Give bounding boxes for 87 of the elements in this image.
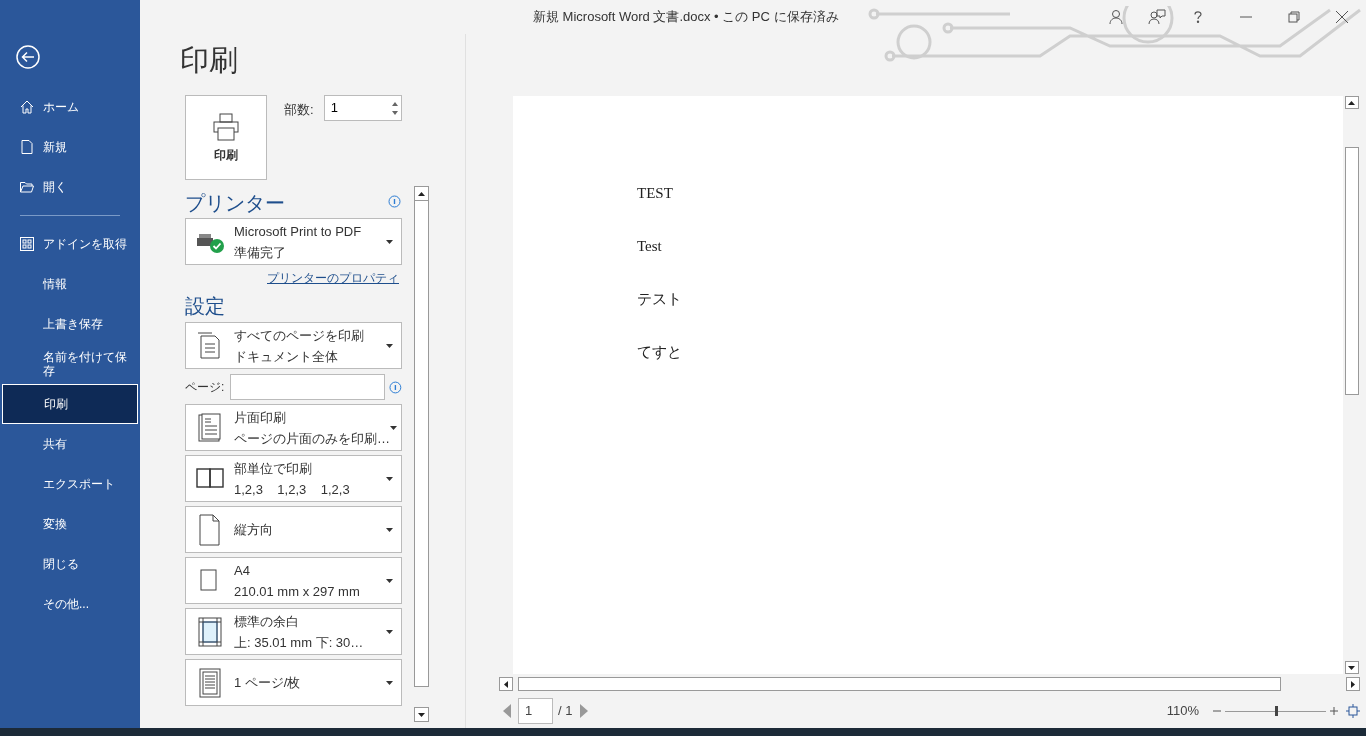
caret-icon bbox=[386, 527, 393, 532]
pages-icon bbox=[197, 329, 223, 362]
setting-dropdown[interactable]: A4 210.01 mm x 297 mm bbox=[185, 557, 402, 604]
zoom-in-icon[interactable] bbox=[1330, 707, 1338, 715]
copies-spinner[interactable]: 1 bbox=[323, 95, 402, 121]
sidebar-item[interactable]: 上書き保存 bbox=[2, 304, 138, 344]
window-title: 新規 Microsoft Word 文書.docx • この PC に保存済み bbox=[533, 8, 839, 27]
sidebar-item[interactable]: ホーム bbox=[2, 87, 138, 127]
copies-label: 部数: bbox=[284, 101, 314, 119]
caret-icon bbox=[386, 629, 393, 634]
print-button[interactable]: 印刷 bbox=[185, 95, 267, 180]
vertical-scrollbar[interactable] bbox=[1343, 96, 1360, 674]
sidebar-item[interactable]: 共有 bbox=[2, 424, 138, 464]
spin-up-icon[interactable] bbox=[391, 101, 398, 106]
one-sided-icon bbox=[196, 411, 224, 444]
margins-icon bbox=[196, 615, 224, 648]
section-heading: 設定 bbox=[185, 294, 225, 319]
sidebar-item[interactable]: 閉じる bbox=[2, 544, 138, 584]
sidebar-item[interactable]: 印刷 bbox=[2, 384, 138, 424]
horizontal-scrollbar[interactable] bbox=[499, 676, 1360, 692]
caret-icon bbox=[386, 239, 393, 244]
pages-label: ページ: bbox=[185, 379, 226, 396]
next-page-icon[interactable] bbox=[580, 704, 589, 718]
up-arrow-icon bbox=[1348, 100, 1355, 105]
info-icon bbox=[388, 195, 401, 208]
scroll-up-button[interactable] bbox=[1344, 96, 1359, 109]
down-arrow-icon bbox=[1348, 665, 1355, 670]
scroll-left-button[interactable] bbox=[499, 677, 513, 691]
zoom-slider-thumb[interactable] bbox=[1274, 706, 1278, 716]
restore-icon[interactable] bbox=[1288, 11, 1300, 23]
document-text: Test bbox=[637, 237, 663, 256]
caret-icon bbox=[386, 343, 393, 348]
section-heading: プリンター bbox=[185, 191, 285, 216]
previous-page-icon[interactable] bbox=[503, 704, 511, 718]
document-text: TEST bbox=[637, 184, 674, 203]
zoom-slider[interactable] bbox=[1225, 705, 1326, 717]
caret-icon bbox=[390, 425, 397, 430]
print-range-dropdown[interactable]: すべてのページを印刷 ドキュメント全体 bbox=[185, 322, 402, 369]
page-heading: 印刷 bbox=[180, 43, 239, 78]
sidebar-item[interactable]: 変換 bbox=[2, 504, 138, 544]
sidebar-item[interactable]: アドインを取得 bbox=[2, 224, 138, 264]
grid-icon bbox=[19, 236, 35, 252]
sidebar-item[interactable]: その他... bbox=[2, 584, 138, 624]
scroll-up-button[interactable] bbox=[414, 186, 429, 201]
document-text: てすと bbox=[637, 343, 683, 362]
printer-properties-link[interactable]: プリンターのプロパティ bbox=[267, 269, 399, 287]
up-arrow-icon bbox=[418, 191, 425, 196]
down-arrow-icon bbox=[418, 712, 425, 717]
left-arrow-icon bbox=[504, 680, 508, 688]
scroll-right-button[interactable] bbox=[1346, 677, 1360, 691]
sidebar-item[interactable]: 名前を付けて保存 bbox=[2, 344, 138, 384]
zoom-level: 110% bbox=[1166, 702, 1199, 721]
page-number-field[interactable]: 1 bbox=[518, 698, 553, 724]
folder-icon bbox=[19, 179, 35, 195]
document-text: テスト bbox=[637, 290, 683, 309]
setting-dropdown[interactable]: 縦方向 bbox=[185, 506, 402, 553]
document-icon bbox=[19, 139, 35, 155]
scroll-down-button[interactable] bbox=[414, 707, 429, 722]
scroll-down-button[interactable] bbox=[1344, 661, 1359, 674]
printer-dropdown[interactable]: Microsoft Print to PDF 準備完了 bbox=[185, 218, 402, 265]
close-icon[interactable] bbox=[1336, 11, 1348, 23]
setting-dropdown[interactable]: 片面印刷 ページの片面のみを印刷… bbox=[185, 404, 402, 451]
fit-page-icon[interactable] bbox=[1346, 704, 1360, 718]
account-icon[interactable] bbox=[1108, 9, 1124, 25]
pages-input[interactable] bbox=[230, 374, 386, 400]
caret-icon bbox=[386, 680, 393, 685]
spin-down-icon[interactable] bbox=[391, 110, 398, 115]
page-per-sheet-icon bbox=[196, 666, 224, 699]
setting-dropdown[interactable]: 1 ページ/枚 bbox=[185, 659, 402, 706]
caret-icon bbox=[386, 476, 393, 481]
right-arrow-icon bbox=[1351, 680, 1355, 688]
info-icon bbox=[389, 380, 402, 394]
caret-icon bbox=[386, 578, 393, 583]
setting-dropdown[interactable]: 部単位で印刷 1,2,3 1,2,3 1,2,3 bbox=[185, 455, 402, 502]
printer-icon bbox=[211, 111, 241, 142]
setting-dropdown[interactable]: 標準の余白 上: 35.01 mm 下: 30… bbox=[185, 608, 402, 655]
help-icon[interactable] bbox=[1194, 11, 1202, 23]
scroll-thumb[interactable] bbox=[518, 677, 1281, 691]
scroll-thumb[interactable] bbox=[1344, 147, 1359, 395]
sidebar-item[interactable]: 新規 bbox=[2, 127, 138, 167]
feedback-icon[interactable] bbox=[1148, 9, 1166, 25]
sidebar-item[interactable]: 開く bbox=[2, 167, 138, 207]
sidebar-item[interactable]: 情報 bbox=[2, 264, 138, 304]
back-icon[interactable] bbox=[15, 44, 41, 70]
sidebar-item[interactable]: エクスポート bbox=[2, 464, 138, 504]
home-icon bbox=[19, 99, 35, 115]
page-total: / 1 bbox=[558, 702, 573, 721]
